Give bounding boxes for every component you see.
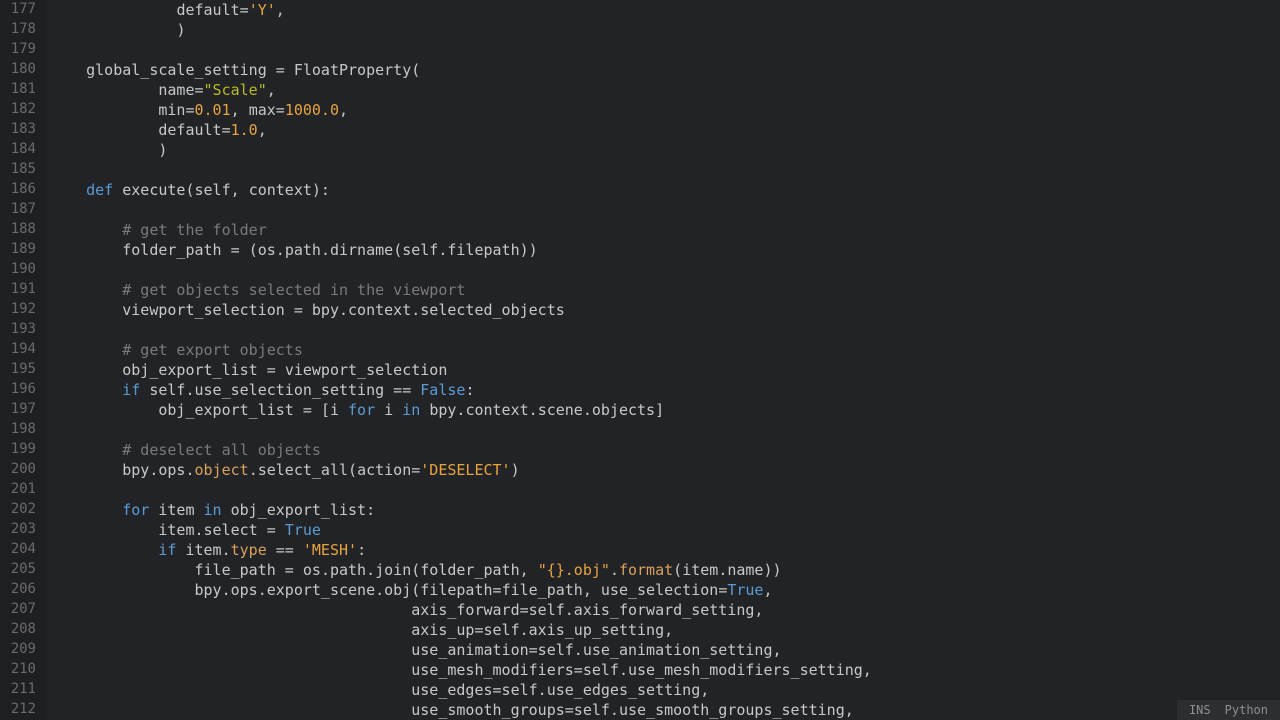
line-number: 189 [0,240,36,260]
language-indicator[interactable]: Python [1225,702,1268,718]
line-number: 211 [0,680,36,700]
code-line[interactable]: bpy.ops.export_scene.obj(filepath=file_p… [50,580,1280,600]
line-number: 205 [0,560,36,580]
code-line[interactable]: use_animation=self.use_animation_setting… [50,640,1280,660]
code-line[interactable] [50,420,1280,440]
code-line[interactable]: # get the folder [50,220,1280,240]
code-line[interactable]: viewport_selection = bpy.context.selecte… [50,300,1280,320]
line-number: 180 [0,60,36,80]
code-line[interactable]: file_path = os.path.join(folder_path, "{… [50,560,1280,580]
line-number: 192 [0,300,36,320]
code-line[interactable]: item.select = True [50,520,1280,540]
line-number: 193 [0,320,36,340]
code-line[interactable] [50,480,1280,500]
code-line[interactable]: obj_export_list = viewport_selection [50,360,1280,380]
line-number: 191 [0,280,36,300]
line-number: 194 [0,340,36,360]
line-number: 183 [0,120,36,140]
line-number: 190 [0,260,36,280]
line-number: 200 [0,460,36,480]
line-number: 188 [0,220,36,240]
code-line[interactable]: for item in obj_export_list: [50,500,1280,520]
status-bar: INS Python [1177,700,1280,720]
code-line[interactable]: def execute(self, context): [50,180,1280,200]
line-number: 177 [0,0,36,20]
code-line[interactable]: obj_export_list = [i for i in bpy.contex… [50,400,1280,420]
code-line[interactable]: ) [50,140,1280,160]
line-number: 201 [0,480,36,500]
code-line[interactable]: # get export objects [50,340,1280,360]
code-line[interactable]: global_scale_setting = FloatProperty( [50,60,1280,80]
code-line[interactable]: ) [50,20,1280,40]
line-number: 212 [0,700,36,720]
code-line[interactable]: axis_forward=self.axis_forward_setting, [50,600,1280,620]
code-line[interactable]: # deselect all objects [50,440,1280,460]
code-line[interactable]: use_edges=self.use_edges_setting, [50,680,1280,700]
code-line[interactable]: if self.use_selection_setting == False: [50,380,1280,400]
code-line[interactable]: default=1.0, [50,120,1280,140]
code-line[interactable]: if item.type == 'MESH': [50,540,1280,560]
code-line[interactable]: use_smooth_groups=self.use_smooth_groups… [50,700,1280,720]
code-line[interactable]: default='Y', [50,0,1280,20]
code-line[interactable]: bpy.ops.object.select_all(action='DESELE… [50,460,1280,480]
line-number: 184 [0,140,36,160]
line-number-gutter: 1771781791801811821831841851861871881891… [0,0,46,720]
insert-mode-indicator: INS [1189,702,1211,718]
line-number: 204 [0,540,36,560]
line-number: 208 [0,620,36,640]
line-number: 207 [0,600,36,620]
line-number: 210 [0,660,36,680]
code-line[interactable]: axis_up=self.axis_up_setting, [50,620,1280,640]
line-number: 185 [0,160,36,180]
line-number: 178 [0,20,36,40]
code-line[interactable]: min=0.01, max=1000.0, [50,100,1280,120]
code-line[interactable] [50,40,1280,60]
line-number: 202 [0,500,36,520]
code-area[interactable]: default='Y', ) global_scale_setting = Fl… [46,0,1280,720]
line-number: 179 [0,40,36,60]
line-number: 196 [0,380,36,400]
line-number: 209 [0,640,36,660]
line-number: 186 [0,180,36,200]
line-number: 206 [0,580,36,600]
line-number: 198 [0,420,36,440]
code-line[interactable]: # get objects selected in the viewport [50,280,1280,300]
code-line[interactable] [50,320,1280,340]
line-number: 197 [0,400,36,420]
code-line[interactable] [50,200,1280,220]
code-line[interactable]: use_mesh_modifiers=self.use_mesh_modifie… [50,660,1280,680]
code-line[interactable]: folder_path = (os.path.dirname(self.file… [50,240,1280,260]
line-number: 182 [0,100,36,120]
code-line[interactable] [50,260,1280,280]
line-number: 187 [0,200,36,220]
line-number: 181 [0,80,36,100]
line-number: 203 [0,520,36,540]
code-editor[interactable]: 1771781791801811821831841851861871881891… [0,0,1280,720]
code-line[interactable] [50,160,1280,180]
line-number: 195 [0,360,36,380]
line-number: 199 [0,440,36,460]
code-line[interactable]: name="Scale", [50,80,1280,100]
